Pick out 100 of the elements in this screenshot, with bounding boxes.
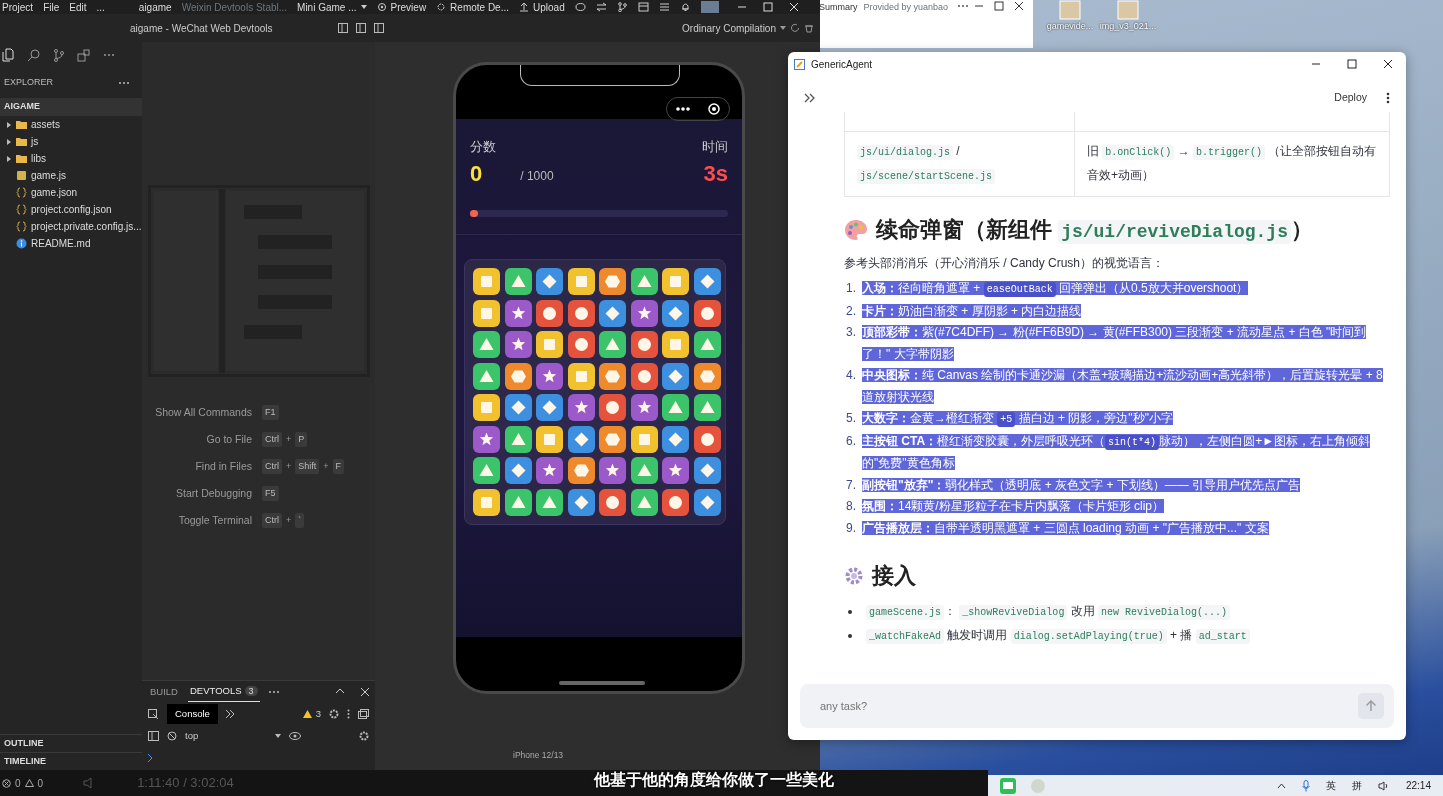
- files-icon[interactable]: [2, 48, 14, 62]
- star-gem-icon[interactable]: [473, 425, 500, 453]
- circle-gem-icon[interactable]: [536, 299, 563, 327]
- square-gem-icon[interactable]: [473, 488, 500, 516]
- hexagon-gem-icon[interactable]: [693, 362, 721, 390]
- triangle-gem-icon[interactable]: [536, 488, 563, 516]
- menu-item[interactable]: ...: [96, 0, 105, 15]
- star-gem-icon[interactable]: [599, 457, 626, 484]
- hexagon-gem-icon[interactable]: [567, 457, 595, 484]
- square-gem-icon[interactable]: [473, 299, 500, 327]
- star-gem-icon[interactable]: [536, 362, 563, 390]
- compile-mode-dropdown[interactable]: Ordinary Compilation: [682, 20, 776, 36]
- diamond-gem-icon[interactable]: [599, 299, 626, 327]
- sidebar-expand-icon[interactable]: [804, 93, 816, 103]
- split-layout-icon[interactable]: [374, 23, 385, 33]
- source-control-icon[interactable]: [53, 48, 64, 62]
- volume-icon[interactable]: [1377, 780, 1390, 791]
- chevron-double-right-icon[interactable]: [225, 710, 234, 718]
- more-icon[interactable]: [676, 107, 690, 111]
- circle-gem-icon[interactable]: [567, 331, 595, 358]
- sidebar-toggle-icon[interactable]: [338, 23, 349, 33]
- kebab-icon[interactable]: [347, 709, 350, 719]
- close-icon[interactable]: [1383, 59, 1393, 69]
- bell-icon[interactable]: [679, 2, 691, 12]
- chevron-right-icon[interactable]: [6, 138, 12, 145]
- file-tree-item[interactable]: js: [0, 133, 142, 150]
- star-gem-icon[interactable]: [504, 299, 532, 327]
- square-gem-icon[interactable]: [473, 268, 500, 295]
- square-gem-icon[interactable]: [662, 268, 689, 295]
- toolbar-action[interactable]: Remote De...: [450, 0, 510, 15]
- menu-item[interactable]: Edit: [69, 0, 87, 15]
- diamond-gem-icon[interactable]: [662, 362, 689, 390]
- star-gem-icon[interactable]: [630, 394, 658, 421]
- clear-cache-icon[interactable]: [804, 23, 814, 33]
- search-icon[interactable]: [27, 48, 40, 62]
- diamond-gem-icon[interactable]: [536, 268, 563, 295]
- circle-gem-icon[interactable]: [630, 331, 658, 358]
- square-gem-icon[interactable]: [567, 362, 595, 390]
- input-method-indicator[interactable]: 拼: [1351, 778, 1362, 793]
- diamond-gem-icon[interactable]: [567, 425, 595, 453]
- swap-icon[interactable]: [595, 2, 607, 12]
- circle-gem-icon[interactable]: [567, 299, 595, 327]
- mode-dropdown[interactable]: Mini Game ...: [297, 0, 367, 15]
- chevron-up-icon[interactable]: [1276, 782, 1286, 789]
- circle-gem-icon[interactable]: [599, 488, 626, 516]
- diamond-gem-icon[interactable]: [693, 457, 721, 484]
- undock-icon[interactable]: [358, 709, 369, 719]
- panel-tab[interactable]: BUILD: [148, 682, 180, 702]
- prompt-chevron-icon[interactable]: [148, 754, 153, 762]
- circle-gem-icon[interactable]: [693, 299, 721, 327]
- triangle-gem-icon[interactable]: [473, 457, 500, 484]
- triangle-gem-icon[interactable]: [693, 331, 721, 358]
- file-tree-item[interactable]: game.js: [0, 167, 142, 184]
- file-tree-item[interactable]: libs: [0, 150, 142, 167]
- file-tree-item[interactable]: game.json: [0, 184, 142, 201]
- diamond-gem-icon[interactable]: [504, 394, 532, 421]
- context-dropdown[interactable]: top: [185, 728, 281, 744]
- diamond-gem-icon[interactable]: [693, 268, 721, 295]
- file-tree-item[interactable]: README.md: [0, 235, 142, 252]
- chat-input-field[interactable]: any task?: [800, 684, 1394, 728]
- device-label[interactable]: iPhone 12/13: [513, 749, 564, 762]
- block-icon[interactable]: [167, 731, 177, 741]
- triangle-gem-icon[interactable]: [630, 268, 658, 295]
- triangle-gem-icon[interactable]: [473, 362, 500, 390]
- hexagon-gem-icon[interactable]: [599, 425, 626, 453]
- refresh-icon[interactable]: [790, 23, 800, 33]
- project-name[interactable]: aigame: [138, 0, 172, 15]
- diamond-gem-icon[interactable]: [536, 394, 563, 421]
- file-tree-item[interactable]: assets: [0, 116, 142, 133]
- toolbar-action[interactable]: Upload: [533, 0, 565, 15]
- triangle-gem-icon[interactable]: [504, 488, 532, 516]
- diamond-gem-icon[interactable]: [567, 488, 595, 516]
- version-label[interactable]: Weixin Devtools Stabl...: [181, 0, 288, 15]
- menu-item[interactable]: Project: [2, 0, 34, 15]
- folder-root[interactable]: AIGAME: [0, 98, 142, 116]
- toolbar-action[interactable]: Preview: [390, 0, 427, 15]
- circle-gem-icon[interactable]: [599, 394, 626, 421]
- star-gem-icon[interactable]: [567, 394, 595, 421]
- triangle-gem-icon[interactable]: [504, 268, 532, 295]
- square-gem-icon[interactable]: [662, 331, 689, 358]
- console-tab[interactable]: Console: [167, 703, 218, 725]
- triangle-gem-icon[interactable]: [662, 394, 689, 421]
- clock[interactable]: 22:14: [1405, 778, 1431, 793]
- hexagon-gem-icon[interactable]: [599, 268, 626, 295]
- triangle-gem-icon[interactable]: [630, 488, 658, 516]
- task-input[interactable]: any task?: [818, 691, 1358, 721]
- square-gem-icon[interactable]: [473, 394, 500, 421]
- extensions-icon[interactable]: [77, 48, 90, 62]
- triangle-gem-icon[interactable]: [693, 394, 721, 421]
- chevron-right-icon[interactable]: [6, 155, 12, 162]
- circle-gem-icon[interactable]: [693, 425, 721, 453]
- square-gem-icon[interactable]: [630, 425, 658, 453]
- triangle-gem-icon[interactable]: [630, 457, 658, 484]
- diamond-gem-icon[interactable]: [693, 488, 721, 516]
- kebab-icon[interactable]: [1386, 92, 1390, 104]
- sidebar-icon[interactable]: [148, 731, 159, 741]
- square-gem-icon[interactable]: [567, 268, 595, 295]
- diamond-gem-icon[interactable]: [662, 425, 689, 453]
- square-gem-icon[interactable]: [536, 425, 563, 453]
- layout-icon[interactable]: [637, 2, 649, 12]
